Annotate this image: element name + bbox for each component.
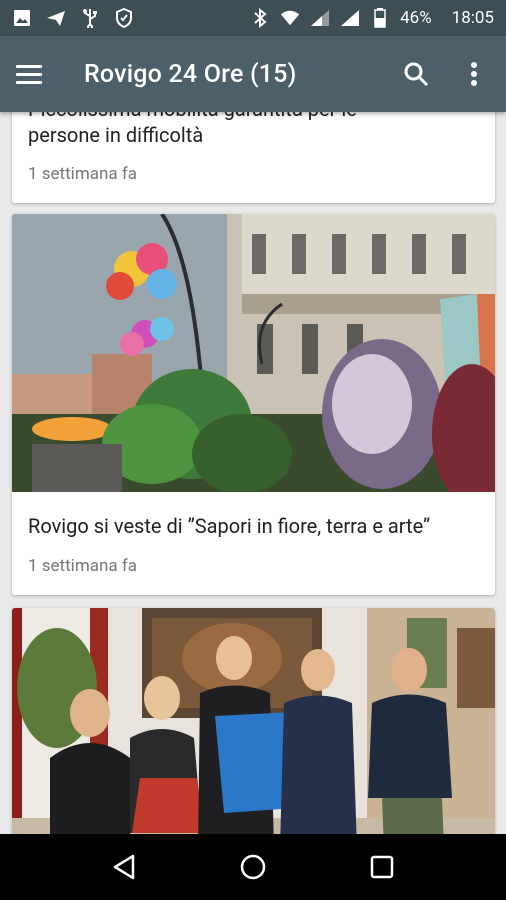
status-notifications bbox=[12, 8, 134, 28]
clock: 18:05 bbox=[451, 8, 494, 28]
battery-icon bbox=[370, 8, 390, 28]
image-icon bbox=[12, 8, 32, 28]
article-time: 1 settimana fa bbox=[28, 164, 137, 184]
article-title: persone in difficoltà bbox=[28, 123, 204, 147]
article-title: Rovigo si veste di ”Sapori in fiore, ter… bbox=[28, 514, 431, 538]
app-bar: Rovigo 24 Ore (15) bbox=[0, 36, 506, 112]
more-options-button[interactable] bbox=[458, 58, 490, 90]
wifi-icon bbox=[280, 8, 300, 28]
home-icon bbox=[240, 854, 266, 880]
back-icon bbox=[114, 854, 135, 880]
recents-icon bbox=[370, 855, 393, 879]
article-time: 1 settimana fa bbox=[28, 556, 137, 576]
signal-icon bbox=[310, 8, 330, 28]
send-icon bbox=[46, 8, 66, 28]
article-card[interactable]: Rovigo si veste di ”Sapori in fiore, ter… bbox=[12, 214, 495, 595]
app-actions bbox=[400, 58, 490, 90]
usb-icon bbox=[80, 8, 100, 28]
search-icon bbox=[404, 62, 429, 87]
more-vert-icon bbox=[471, 62, 477, 86]
battery-percent: 46% bbox=[400, 8, 432, 28]
app-title: Rovigo 24 Ore (15) bbox=[84, 59, 297, 89]
navigation-bar bbox=[0, 834, 506, 900]
bluetooth-icon bbox=[250, 8, 270, 28]
article-title: Piccolissima mobilità garantita per le bbox=[28, 112, 357, 121]
menu-icon bbox=[16, 64, 42, 68]
article-image bbox=[12, 214, 495, 492]
signal-icon bbox=[340, 8, 360, 28]
article-feed: Piccolissima mobilità garantita per le p… bbox=[0, 112, 506, 834]
back-button[interactable] bbox=[104, 847, 144, 887]
shield-icon bbox=[114, 8, 134, 28]
status-bar: 46% 18:05 bbox=[0, 0, 506, 36]
status-system: 46% 18:05 bbox=[250, 8, 494, 28]
menu-button[interactable] bbox=[16, 56, 52, 92]
search-button[interactable] bbox=[400, 58, 432, 90]
article-card[interactable]: Piccolissima mobilità garantita per le p… bbox=[12, 112, 495, 203]
article-card[interactable] bbox=[12, 608, 495, 834]
recents-button[interactable] bbox=[362, 847, 402, 887]
article-image bbox=[12, 608, 495, 834]
home-button[interactable] bbox=[233, 847, 273, 887]
